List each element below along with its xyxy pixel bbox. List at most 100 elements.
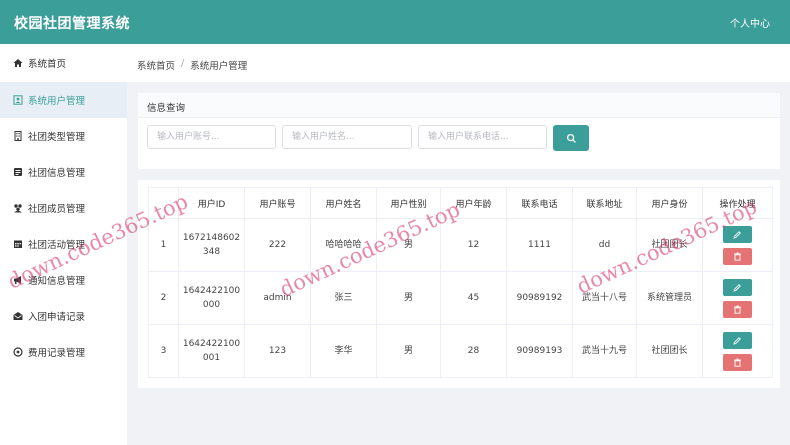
sidebar-item-label: 社团成员管理 xyxy=(28,204,86,215)
sidebar-item-label: 系统用户管理 xyxy=(28,96,86,107)
column-header: 用户性别 xyxy=(376,187,441,219)
phone-cell: 90989193 xyxy=(506,324,573,378)
age-cell: 12 xyxy=(440,218,507,272)
column-header: 用户年龄 xyxy=(440,187,507,219)
address-cell: dd xyxy=(572,218,637,272)
coin-icon xyxy=(12,347,23,358)
top-header: 校园社团管理系统 个人中心 xyxy=(0,0,790,44)
trash-icon xyxy=(734,358,741,367)
sidebar-item-label: 入团申请记录 xyxy=(28,312,86,323)
table-panel: 用户ID 用户账号 用户姓名 用户性别 用户年龄 联系电话 联系地址 用户身份 … xyxy=(138,180,780,388)
sidebar-item-club-info[interactable]: 社团信息管理 xyxy=(0,154,127,190)
edit-button[interactable] xyxy=(723,331,752,349)
search-icon xyxy=(566,133,576,143)
delete-button[interactable] xyxy=(723,300,752,318)
sidebar-item-club-types[interactable]: 社团类型管理 xyxy=(0,118,127,154)
table-header-row: 用户ID 用户账号 用户姓名 用户性别 用户年龄 联系电话 联系地址 用户身份 … xyxy=(148,187,773,219)
home-icon xyxy=(12,58,23,69)
column-header: 联系地址 xyxy=(572,187,637,219)
pencil-icon xyxy=(733,336,741,345)
sidebar-item-label: 费用记录管理 xyxy=(28,348,86,359)
phone-search-input[interactable] xyxy=(418,125,547,149)
sidebar-item-users[interactable]: 系统用户管理 xyxy=(0,82,127,118)
address-cell: 武当十八号 xyxy=(572,271,637,325)
app-title: 校园社团管理系统 xyxy=(14,16,130,32)
gender-cell: 男 xyxy=(376,271,441,325)
column-header: 操作处理 xyxy=(702,187,773,219)
gender-cell: 男 xyxy=(376,324,441,378)
edit-button[interactable] xyxy=(723,278,752,296)
table-row: 3 1642422100001 123 李华 男 28 90989193 武当十… xyxy=(148,324,773,378)
column-header: 用户账号 xyxy=(244,187,311,219)
edit-button[interactable] xyxy=(723,225,752,243)
members-icon xyxy=(12,203,23,214)
sidebar-item-fees[interactable]: 费用记录管理 xyxy=(0,334,127,370)
row-index-cell: 2 xyxy=(148,271,179,325)
column-header: 联系电话 xyxy=(506,187,573,219)
breadcrumb: 系统首页 / 系统用户管理 xyxy=(137,58,247,72)
sidebar-item-label: 社团信息管理 xyxy=(28,168,86,179)
sidebar-item-notices[interactable]: 通知信息管理 xyxy=(0,262,127,298)
sidebar-item-label: 通知信息管理 xyxy=(28,276,86,287)
pencil-icon xyxy=(733,230,741,239)
trash-icon xyxy=(734,305,741,314)
actions-cell xyxy=(702,271,773,325)
age-cell: 45 xyxy=(440,271,507,325)
user-card-icon xyxy=(12,95,23,106)
user-id-cell: 1642422100001 xyxy=(178,324,245,378)
sidebar-item-label: 社团类型管理 xyxy=(28,132,86,143)
name-cell: 李华 xyxy=(310,324,377,378)
sidebar-item-label: 系统首页 xyxy=(28,59,67,70)
sidebar-item-label: 社团活动管理 xyxy=(28,240,86,251)
age-cell: 28 xyxy=(440,324,507,378)
breadcrumb-separator: / xyxy=(181,58,185,69)
delete-button[interactable] xyxy=(723,247,752,265)
name-cell: 哈哈哈哈 xyxy=(310,218,377,272)
column-header: 用户姓名 xyxy=(310,187,377,219)
sidebar-item-club-activities[interactable]: 社团活动管理 xyxy=(0,226,127,262)
user-id-cell: 1642422100000 xyxy=(178,271,245,325)
phone-cell: 90989192 xyxy=(506,271,573,325)
megaphone-icon xyxy=(12,275,23,286)
gender-cell: 男 xyxy=(376,218,441,272)
breadcrumb-home-link[interactable]: 系统首页 xyxy=(137,58,175,72)
delete-button[interactable] xyxy=(723,353,752,371)
table-row: 1 1672148602348 222 哈哈哈哈 男 12 1111 dd 社团… xyxy=(148,218,773,272)
name-search-input[interactable] xyxy=(282,125,412,149)
column-header xyxy=(148,187,179,219)
sidebar-item-club-members[interactable]: 社团成员管理 xyxy=(0,190,127,226)
search-button[interactable] xyxy=(553,125,589,151)
address-cell: 武当十九号 xyxy=(572,324,637,378)
account-cell: 123 xyxy=(244,324,311,378)
trash-icon xyxy=(734,252,741,261)
search-panel-header: 信息查询 xyxy=(138,93,780,118)
calendar-icon xyxy=(12,239,23,250)
users-table: 用户ID 用户账号 用户姓名 用户性别 用户年龄 联系电话 联系地址 用户身份 … xyxy=(148,187,773,378)
pencil-icon xyxy=(733,283,741,292)
name-cell: 张三 xyxy=(310,271,377,325)
account-search-input[interactable] xyxy=(147,125,276,149)
column-header: 用户ID xyxy=(178,187,245,219)
account-cell: 222 xyxy=(244,218,311,272)
user-id-cell: 1672148602348 xyxy=(178,218,245,272)
sidebar-item-applications[interactable]: 入团申请记录 xyxy=(0,298,127,334)
actions-cell xyxy=(702,324,773,378)
role-cell: 社团团长 xyxy=(636,218,703,272)
sidebar-item-home[interactable]: 系统首页 xyxy=(0,44,127,82)
phone-cell: 1111 xyxy=(506,218,573,272)
row-index-cell: 3 xyxy=(148,324,179,378)
sidebar: 系统首页 系统用户管理 社团类型管理 社团信息管理 社团成员管理 社团活动管理 … xyxy=(0,44,127,445)
row-index-cell: 1 xyxy=(148,218,179,272)
search-panel-title: 信息查询 xyxy=(147,103,186,114)
envelope-icon xyxy=(12,311,23,322)
user-center-link[interactable]: 个人中心 xyxy=(730,15,770,30)
table-row: 2 1642422100000 admin 张三 男 45 90989192 武… xyxy=(148,271,773,325)
breadcrumb-current: 系统用户管理 xyxy=(190,61,248,72)
role-cell: 社团团长 xyxy=(636,324,703,378)
column-header: 用户身份 xyxy=(636,187,703,219)
breadcrumb-bar: 系统首页 / 系统用户管理 xyxy=(127,44,790,82)
info-icon xyxy=(12,167,23,178)
building-icon xyxy=(12,131,23,142)
role-cell: 系统管理员 xyxy=(636,271,703,325)
actions-cell xyxy=(702,218,773,272)
